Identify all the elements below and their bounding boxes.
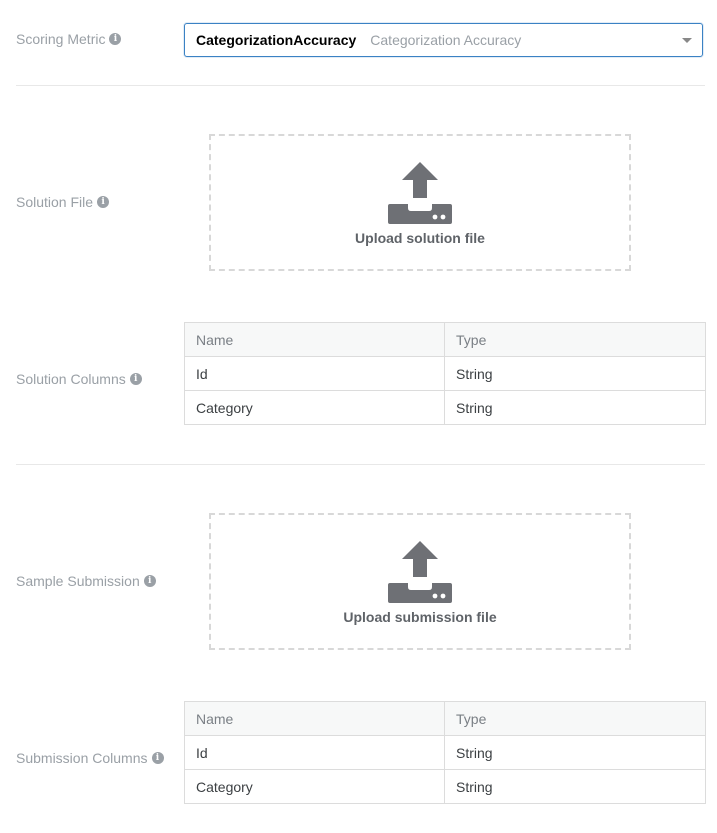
upload-submission-label: Upload submission file (343, 609, 497, 625)
solution-file-dropzone[interactable]: Upload solution file (209, 134, 631, 271)
column-header-name: Name (184, 322, 445, 357)
solution-file-label-text: Solution File (16, 194, 94, 210)
column-header-type: Type (444, 322, 706, 357)
column-name-cell: Id (184, 356, 445, 391)
table-header-row: Name Type (184, 701, 706, 736)
column-name-cell: Id (184, 735, 445, 770)
upload-icon (388, 541, 452, 603)
submission-columns-label: Submission Columns i (16, 750, 164, 766)
table-row: Category String (184, 390, 706, 425)
solution-columns-label: Solution Columns i (16, 371, 142, 387)
section-divider (16, 85, 705, 86)
upload-icon (388, 162, 452, 224)
scoring-metric-select[interactable]: CategorizationAccuracy Categorization Ac… (184, 23, 703, 57)
column-name-cell: Category (184, 390, 445, 425)
solution-columns-table: Name Type Id String Category String (184, 322, 706, 425)
solution-columns-label-text: Solution Columns (16, 371, 126, 387)
sample-submission-label-text: Sample Submission (16, 573, 140, 589)
upload-solution-label: Upload solution file (355, 230, 485, 246)
info-icon[interactable]: i (151, 752, 164, 764)
column-type-cell: String (444, 390, 706, 425)
column-header-type: Type (444, 701, 706, 736)
sample-submission-dropzone[interactable]: Upload submission file (209, 513, 631, 650)
column-type-cell: String (444, 356, 706, 391)
info-icon[interactable]: i (97, 196, 110, 208)
chevron-down-icon[interactable] (682, 38, 692, 43)
submission-columns-table: Name Type Id String Category String (184, 701, 706, 804)
column-type-cell: String (444, 769, 706, 804)
column-name-cell: Category (184, 769, 445, 804)
table-header-row: Name Type (184, 322, 706, 357)
table-row: Id String (184, 735, 706, 770)
sample-submission-label: Sample Submission i (16, 573, 156, 589)
info-icon[interactable]: i (143, 575, 156, 587)
solution-file-label: Solution File i (16, 194, 110, 210)
submission-columns-label-text: Submission Columns (16, 750, 148, 766)
info-icon[interactable]: i (129, 373, 142, 385)
info-icon[interactable]: i (109, 33, 122, 45)
scoring-metric-value: CategorizationAccuracy (196, 32, 357, 48)
scoring-metric-label-text: Scoring Metric (16, 31, 106, 47)
column-type-cell: String (444, 735, 706, 770)
section-divider (16, 464, 705, 465)
table-row: Id String (184, 356, 706, 391)
scoring-metric-label: Scoring Metric i (16, 31, 122, 47)
scoring-metric-description: Categorization Accuracy (370, 32, 522, 48)
column-header-name: Name (184, 701, 445, 736)
table-row: Category String (184, 769, 706, 804)
